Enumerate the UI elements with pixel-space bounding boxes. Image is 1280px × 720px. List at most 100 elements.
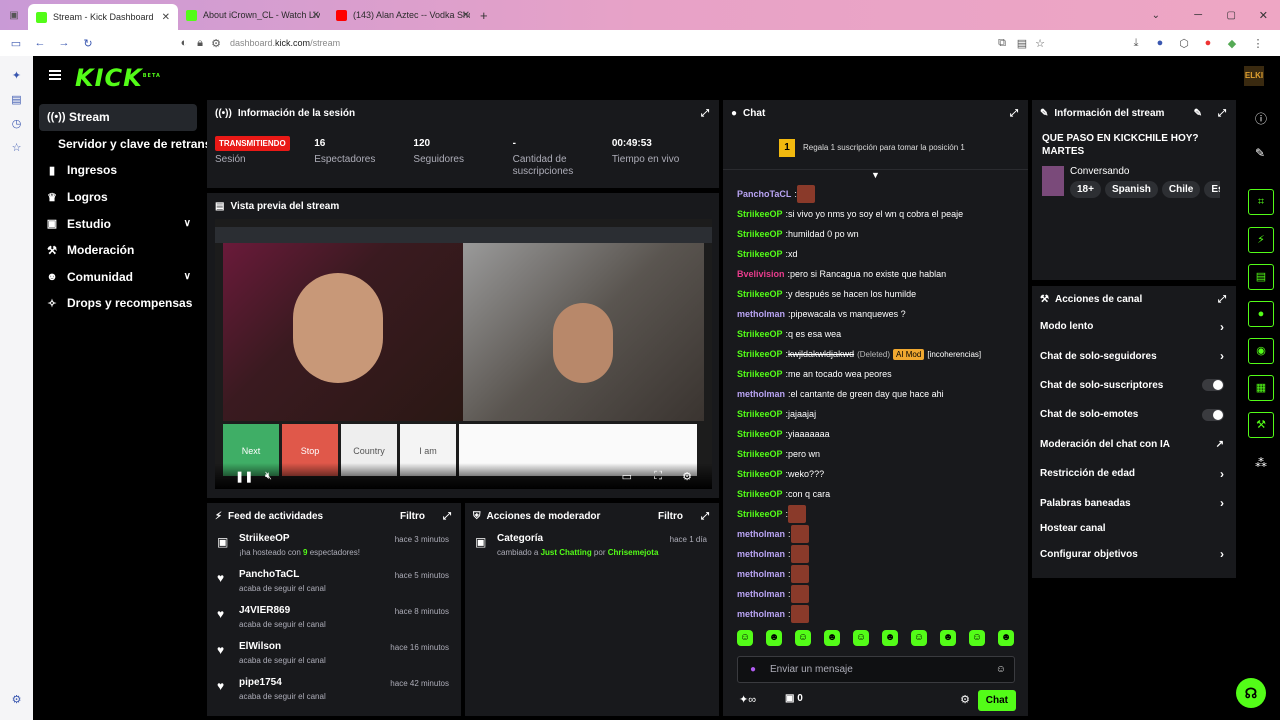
emote[interactable]: ☻ (940, 630, 956, 646)
reader-icon[interactable]: ▤ (1014, 37, 1030, 50)
chat-username[interactable]: metholman (737, 609, 785, 619)
sidebar-item-stream[interactable]: ((•)) Stream (39, 104, 197, 131)
wrench-icon[interactable]: ⚒ (1248, 412, 1274, 438)
hamburger-menu-icon[interactable] (49, 70, 61, 80)
sidebar-item-logros[interactable]: ♛ Logros (33, 184, 203, 211)
action-ai-moderation[interactable]: Moderación del chat con IA ↗ (1032, 430, 1236, 459)
emote[interactable]: ☻ (824, 630, 840, 646)
send-chat-button[interactable]: Chat (977, 690, 1016, 711)
bookmark-star-icon[interactable]: ☆ (1032, 37, 1048, 50)
download-icon[interactable]: ⤓ (1128, 37, 1144, 50)
tab-overview-icon[interactable]: ▣ (0, 10, 28, 21)
chat-username[interactable]: metholman (737, 389, 785, 399)
emote[interactable]: ☻ (882, 630, 898, 646)
chat-username[interactable]: StriikeeOP (737, 429, 783, 439)
maximize-button[interactable]: ▢ (1227, 10, 1236, 21)
chat-username[interactable]: metholman (737, 569, 785, 579)
popout-icon[interactable]: ⤢ (1010, 108, 1018, 119)
shield-icon[interactable]: ◐ (176, 37, 192, 49)
sidebar-item-moderacion[interactable]: ⚒ Moderación (33, 237, 203, 264)
chat-input[interactable]: ● Enviar un mensaje ☺ (737, 656, 1015, 683)
chat-username[interactable]: StriikeeOP (737, 249, 783, 259)
edit-pencil-icon[interactable]: ✎ (1194, 108, 1202, 119)
action-goals[interactable]: Configurar objetivos › (1032, 540, 1236, 569)
emote[interactable]: ☺ (969, 630, 985, 646)
chat-username[interactable]: StriikeeOP (737, 469, 783, 479)
layout-icon[interactable]: ▦ (1248, 375, 1274, 401)
tab-list-chevron-icon[interactable]: ⌄ (1152, 10, 1160, 21)
chat-username[interactable]: metholman (737, 529, 785, 539)
screenshot-icon[interactable]: ⧉ (994, 37, 1010, 50)
chat-username[interactable]: metholman (737, 549, 785, 559)
chat-username[interactable]: PanchoTaCL (737, 189, 791, 199)
tab-youtube[interactable]: (143) Alan Aztec -- Vodka Shot ✕ (328, 3, 478, 27)
minimize-button[interactable]: ─ (1194, 9, 1202, 21)
filter-button[interactable]: Filtro (658, 511, 683, 522)
popout-icon[interactable]: ⤢ (1218, 108, 1226, 119)
infinity-points-icon[interactable]: ✦∞ (739, 693, 756, 706)
back-arrow-icon[interactable]: ← (32, 37, 48, 49)
chat-username[interactable]: StriikeeOP (737, 209, 783, 219)
url-field[interactable]: dashboard.kick.com/stream (230, 38, 340, 48)
forward-arrow-icon[interactable]: → (56, 37, 72, 49)
broadcast-icon[interactable]: ◉ (1248, 338, 1274, 364)
theater-icon[interactable]: ▭ (622, 470, 632, 483)
popout-icon[interactable]: ⤢ (701, 511, 709, 522)
emote[interactable]: ☻ (766, 630, 782, 646)
popout-icon[interactable]: ⤢ (701, 108, 709, 119)
extension-green-icon[interactable]: ◆ (1224, 37, 1240, 50)
ai-sparkle-icon[interactable]: ✦ (10, 69, 24, 83)
bolt-icon[interactable]: ⚡︎ (1248, 227, 1274, 253)
menu-dots-icon[interactable]: ⋮ (1250, 37, 1266, 50)
emote[interactable]: ☻ (998, 630, 1014, 646)
emote[interactable]: ☺ (911, 630, 927, 646)
action-subs-only[interactable]: Chat de solo-suscriptores (1032, 371, 1236, 400)
action-followers-only[interactable]: Chat de solo-seguidores › (1032, 341, 1236, 370)
adblock-icon[interactable]: ● (1200, 37, 1216, 49)
emote[interactable]: ☺ (737, 630, 753, 646)
subs-only-toggle[interactable] (1202, 379, 1224, 392)
action-slow-mode[interactable]: Modo lento › (1032, 312, 1236, 341)
reload-icon[interactable]: ↻ (80, 37, 96, 50)
bookmarks-icon[interactable]: ☆ (10, 141, 24, 155)
fullscreen-icon[interactable]: ⛶ (654, 470, 662, 483)
settings-gear-icon[interactable]: ⚙ (10, 693, 24, 707)
chat-bubble-icon[interactable]: ● (1248, 301, 1274, 327)
chat-username[interactable]: StriikeeOP (737, 349, 783, 359)
notes-icon[interactable]: ▤ (1248, 264, 1274, 290)
action-banned-words[interactable]: Palabras baneadas › (1032, 488, 1236, 517)
extensions-icon[interactable]: ⬡ (1176, 37, 1192, 50)
action-host-channel[interactable]: Hostear canal (1032, 518, 1236, 540)
video-player[interactable]: Next Stop Country I am ❚❚ 🔇︎ ▭ ⛶ ⚙ (215, 219, 712, 489)
tab-icrown-about[interactable]: About iCrown_CL - Watch Live ✕ (178, 3, 328, 27)
sidebar-toggle-icon[interactable]: ▭ (8, 37, 24, 50)
emote[interactable]: ☺ (853, 630, 869, 646)
community-icon[interactable]: ⁂ (1255, 456, 1267, 470)
close-tab-icon[interactable]: ✕ (312, 10, 320, 21)
clip-icon[interactable]: ⌗ (1248, 189, 1274, 215)
reading-list-icon[interactable]: ▤ (10, 93, 24, 107)
mic-icon[interactable]: ● (750, 657, 756, 682)
action-age-restriction[interactable]: Restricción de edad › (1032, 459, 1236, 488)
info-icon[interactable]: ⓘ (1255, 110, 1267, 127)
filter-button[interactable]: Filtro (400, 511, 425, 522)
account-icon[interactable]: ● (1152, 37, 1168, 49)
sidebar-item-server-key[interactable]: Servidor y clave de retransm (33, 131, 222, 158)
sidebar-item-estudio[interactable]: ▣ Estudio ∨ (33, 210, 203, 237)
close-tab-icon[interactable]: ✕ (162, 12, 170, 23)
chat-settings-gear-icon[interactable]: ⚙ (960, 693, 970, 706)
help-support-button[interactable]: ☊ (1236, 678, 1266, 708)
chat-username[interactable]: StriikeeOP (737, 409, 783, 419)
history-icon[interactable]: ◷ (10, 117, 24, 131)
emoji-icon[interactable]: ☺ (996, 657, 1006, 682)
chat-username[interactable]: StriikeeOP (737, 369, 783, 379)
sidebar-item-drops[interactable]: ✧ Drops y recompensas (33, 290, 203, 317)
sidebar-item-comunidad[interactable]: ☻ Comunidad ∨ (33, 264, 203, 291)
site-settings-icon[interactable]: ⚙ (208, 37, 224, 50)
chat-username[interactable]: Bvelivision (737, 269, 785, 279)
emote[interactable]: ☺ (795, 630, 811, 646)
mute-icon[interactable]: 🔇︎ (265, 470, 272, 483)
kick-logo[interactable]: KICKBETA (75, 64, 161, 92)
chat-username[interactable]: StriikeeOP (737, 289, 783, 299)
pause-icon[interactable]: ❚❚ (235, 470, 253, 483)
